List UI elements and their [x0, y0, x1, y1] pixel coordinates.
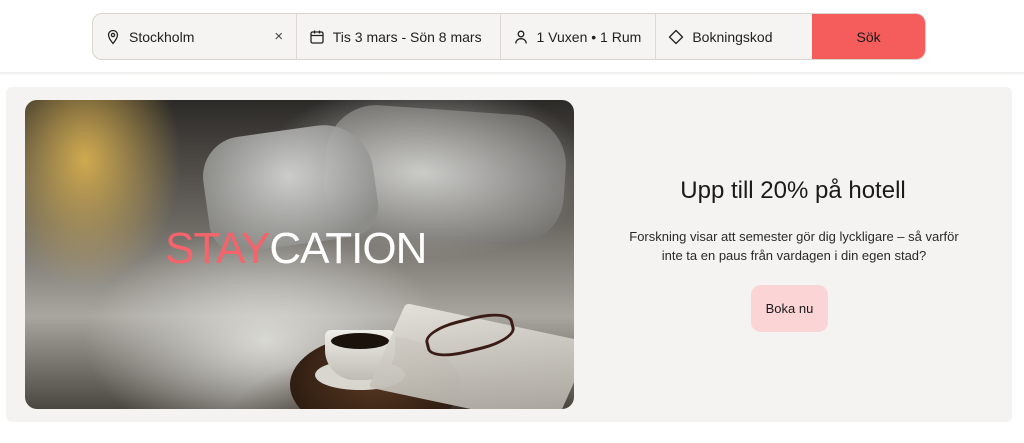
- logo-accent-word: STAY: [165, 224, 270, 273]
- date-range-value: Tis 3 mars - Sön 8 mars: [332, 28, 482, 45]
- promo-description: Forskning visar att semester gör dig lyc…: [629, 229, 959, 263]
- book-now-button[interactable]: Boka nu: [751, 285, 828, 332]
- location-field[interactable]: Stockholm ×: [93, 14, 297, 59]
- map-pin-icon: [105, 29, 121, 45]
- location-value: Stockholm: [129, 28, 195, 45]
- coffee-shape: [331, 333, 389, 349]
- guests-field[interactable]: 1 Vuxen • 1 Rum: [501, 14, 657, 59]
- promo-title: Upp till 20% på hotell: [680, 177, 906, 204]
- header-divider: [0, 72, 1024, 76]
- staycation-hero-image: STAYCATION: [25, 100, 574, 409]
- staycation-logo: STAYCATION: [165, 224, 427, 274]
- booking-code-placeholder: Bokningskod: [692, 28, 773, 45]
- calendar-icon: [309, 29, 325, 45]
- promo-text-block: Upp till 20% på hotell Forskning visar a…: [574, 87, 1012, 422]
- close-icon[interactable]: ×: [272, 28, 286, 45]
- search-button[interactable]: Sök: [812, 14, 925, 59]
- guests-value: 1 Vuxen • 1 Rum: [536, 28, 642, 45]
- person-icon: [513, 29, 529, 45]
- promo-card: STAYCATION Upp till 20% på hotell Forskn…: [6, 87, 1012, 422]
- logo-rest-word: CATION: [269, 224, 427, 273]
- booking-code-field[interactable]: Bokningskod: [656, 14, 812, 59]
- date-range-field[interactable]: Tis 3 mars - Sön 8 mars: [297, 14, 501, 59]
- tag-icon: [668, 29, 684, 45]
- search-bar: Stockholm × Tis 3 mars - Sön 8 mars 1 Vu…: [92, 13, 926, 60]
